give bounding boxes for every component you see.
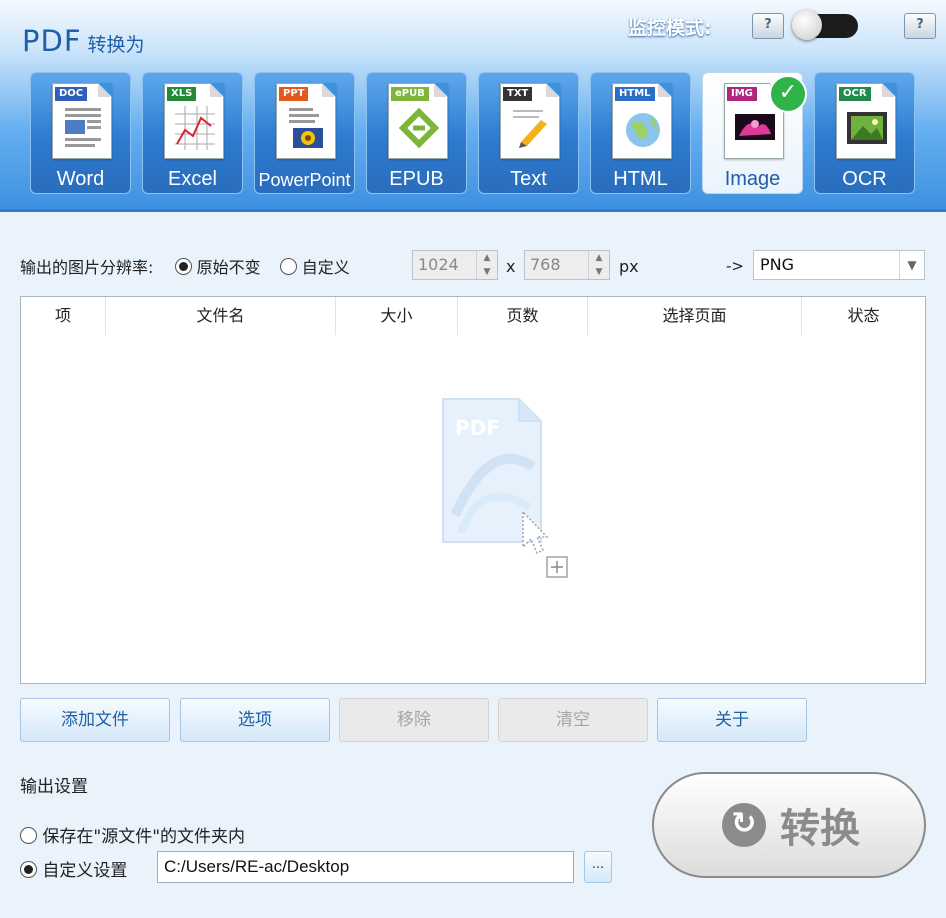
format-tag: TXT [503, 87, 533, 101]
header-bar: PDF 转换为 监控模式: ? ? DOC Word XLS Excel PPT … [0, 0, 946, 212]
refresh-icon: ↻ [722, 803, 766, 847]
epub-doc-icon: ePUB [388, 83, 448, 159]
radio-custom-circle[interactable] [279, 258, 297, 275]
format-tag: DOC [55, 87, 88, 101]
about-button[interactable]: 关于 [657, 698, 807, 742]
format-tag: IMG [727, 87, 757, 101]
radio-custom[interactable]: 自定义 [279, 258, 350, 277]
format-label: Word [56, 168, 105, 190]
drop-pdf-icon: PDF [441, 397, 601, 587]
text-doc-icon: TXT [500, 83, 560, 159]
column-header-status[interactable]: 状态 [802, 297, 925, 335]
format-text-button[interactable]: TXT Text [478, 72, 579, 194]
remove-button[interactable]: 移除 [339, 698, 489, 742]
format-label: Text [510, 168, 547, 190]
format-word-button[interactable]: DOC Word [30, 72, 131, 194]
column-header-select-pages[interactable]: 选择页面 [588, 297, 802, 335]
convert-button[interactable]: ↻ 转换 [652, 772, 926, 878]
format-tag: PPT [279, 87, 309, 101]
px-unit: px [619, 257, 639, 276]
html-doc-icon: HTML [612, 83, 672, 159]
ocr-doc-icon: OCR [836, 83, 896, 159]
radio-custom-label: 自定义 [301, 258, 350, 277]
format-label: Excel [168, 168, 217, 190]
resolution-label: 输出的图片分辨率: [20, 258, 154, 277]
format-label: HTML [613, 168, 668, 190]
clear-button[interactable]: 清空 [498, 698, 648, 742]
table-header: 项 文件名 大小 页数 选择页面 状态 [21, 297, 925, 335]
convert-label: 转换 [780, 806, 860, 852]
excel-doc-icon: XLS [164, 83, 224, 159]
radio-save-source-circle[interactable] [20, 827, 37, 844]
format-html-button[interactable]: HTML HTML [590, 72, 691, 194]
format-image-button[interactable]: IMG ✓ Image [702, 72, 807, 194]
radio-custom-output[interactable]: 自定义设置 [20, 856, 127, 881]
format-label: PowerPoint [258, 170, 351, 190]
options-button[interactable]: 选项 [180, 698, 330, 742]
format-tag: XLS [167, 87, 197, 101]
format-tag: OCR [839, 87, 871, 101]
add-file-button[interactable]: 添加文件 [20, 698, 170, 742]
width-value: 1024 [418, 255, 459, 274]
radio-original-label: 原始不变 [196, 258, 261, 277]
radio-save-source-label: 保存在"源文件"的文件夹内 [42, 827, 246, 847]
drop-pdf-text: PDF [455, 416, 500, 440]
chevron-down-icon[interactable]: ▼ [899, 251, 924, 279]
app-title: PDF 转换为 [22, 24, 145, 58]
monitor-help-icon[interactable]: ? [752, 13, 784, 39]
powerpoint-doc-icon: PPT [276, 83, 336, 159]
image-format-select[interactable]: PNG ▼ [753, 250, 925, 280]
toggle-knob [792, 10, 822, 40]
app-title-sub: 转换为 [87, 34, 145, 56]
height-value: 768 [530, 255, 561, 274]
radio-original[interactable]: 原始不变 [174, 258, 261, 277]
column-header-index[interactable]: 项 [21, 297, 106, 335]
format-label: EPUB [389, 168, 444, 190]
browse-button[interactable]: ... [584, 851, 612, 883]
height-stepper-arrows[interactable]: ▲ ▼ [588, 251, 609, 279]
radio-custom-output-circle[interactable] [20, 861, 37, 878]
times-sign: x [506, 257, 516, 276]
radio-original-circle[interactable] [174, 258, 192, 275]
width-stepper[interactable]: 1024 ▲ ▼ [412, 250, 498, 280]
column-header-filename[interactable]: 文件名 [106, 297, 336, 335]
output-path-field[interactable]: C:/Users/RE-ac/Desktop [157, 851, 574, 883]
column-header-size[interactable]: 大小 [336, 297, 458, 335]
width-stepper-arrows[interactable]: ▲ ▼ [476, 251, 497, 279]
format-tag: HTML [615, 87, 655, 101]
selected-check-icon: ✓ [769, 75, 807, 113]
monitor-mode-label: 监控模式: [628, 17, 712, 39]
radio-custom-output-label: 自定义设置 [42, 861, 128, 881]
format-ocr-button[interactable]: OCR OCR [814, 72, 915, 194]
format-powerpoint-button[interactable]: PPT PowerPoint [254, 72, 355, 194]
radio-save-source[interactable]: 保存在"源文件"的文件夹内 [20, 822, 245, 847]
resolution-row: 输出的图片分辨率: 原始不变 自定义 [20, 254, 350, 278]
word-doc-icon: DOC [52, 83, 112, 159]
app-title-pdf: PDF [22, 24, 82, 58]
format-epub-button[interactable]: ePUB EPUB [366, 72, 467, 194]
format-arrow: -> [726, 257, 744, 275]
output-settings-label: 输出设置 [20, 777, 88, 797]
image-format-value: PNG [760, 255, 795, 274]
monitor-mode-toggle[interactable] [792, 10, 858, 40]
format-excel-button[interactable]: XLS Excel [142, 72, 243, 194]
format-label: Image [724, 168, 781, 190]
format-tag: ePUB [391, 87, 429, 101]
height-stepper[interactable]: 768 ▲ ▼ [524, 250, 610, 280]
format-label: OCR [842, 168, 887, 190]
column-header-pages[interactable]: 页数 [458, 297, 588, 335]
file-table[interactable]: 项 文件名 大小 页数 选择页面 状态 PDF [20, 296, 926, 684]
help-icon[interactable]: ? [904, 13, 936, 39]
